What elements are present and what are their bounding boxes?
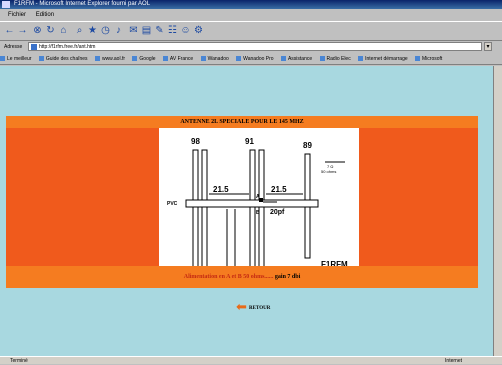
discuss-icon[interactable]: ☷ <box>167 25 178 36</box>
link-aol[interactable]: www.aol.fr <box>95 56 125 62</box>
menu-bar: Fichier Edition <box>0 9 502 21</box>
mail-icon[interactable]: ✉ <box>128 25 139 36</box>
menu-item-fichier[interactable]: Fichier <box>8 12 26 18</box>
toolbar: ← → ⊗ ↻ ⌂ ⌕ ★ ◷ ♪ ✉ ▤ ✎ ☷ ☺ ⚙ <box>0 21 502 41</box>
tools-icon[interactable]: ⚙ <box>193 25 204 36</box>
label-98: 98 <box>191 137 200 146</box>
feed-text: Alimentation en A et B 50 ohms...... <box>183 274 274 280</box>
address-url: http://f1rfm.free.fr/ant.htm <box>39 44 96 50</box>
history-icon[interactable]: ◷ <box>100 25 111 36</box>
link-microsoft[interactable]: Microsoft <box>415 56 442 62</box>
element-91 <box>249 149 256 274</box>
label-pvc: PVC <box>167 201 178 207</box>
label-91: 91 <box>245 137 254 146</box>
forward-icon[interactable]: → <box>17 25 28 36</box>
antenna-diagram: 98 91 89 21.5 21.5 PVC 20pf A B 7 Ω 50 o… <box>159 128 359 274</box>
label-dim-1: 21.5 <box>213 185 229 194</box>
favorites-icon[interactable]: ★ <box>87 25 98 36</box>
label-impedance-2: 50 ohms <box>321 169 336 174</box>
window-title-bar: F1RFM - Microsoft Internet Explorer four… <box>0 0 502 9</box>
status-text: Terminé <box>10 358 28 364</box>
pvc-boom <box>185 199 319 208</box>
edit-icon[interactable]: ✎ <box>154 25 165 36</box>
vertical-scrollbar[interactable] <box>493 66 502 356</box>
links-bar: Le meilleur Guide des chaînes www.aol.fr… <box>0 53 502 65</box>
label-20pf: 20pf <box>270 209 285 216</box>
link-assistance[interactable]: Assistance <box>281 56 312 62</box>
back-link[interactable]: ⬅ RETOUR <box>236 300 286 316</box>
media-icon[interactable]: ♪ <box>113 25 124 36</box>
back-arrow-icon: ⬅ <box>236 299 247 314</box>
link-le-meilleur[interactable]: Le meilleur <box>0 56 31 62</box>
link-wanadoo[interactable]: Wanadoo <box>201 56 229 62</box>
label-dim-2: 21.5 <box>271 185 287 194</box>
address-bar: Adresse http://f1rfm.free.fr/ant.htm ▾ <box>0 41 502 53</box>
element-98-inner <box>201 149 208 274</box>
element-91-inner <box>258 149 265 274</box>
element-98 <box>192 149 199 274</box>
print-icon[interactable]: ▤ <box>141 25 152 36</box>
antenna-diagram-svg: 98 91 89 21.5 21.5 PVC 20pf A B 7 Ω 50 o… <box>167 137 348 274</box>
link-guide-des-chaines[interactable]: Guide des chaînes <box>39 56 88 62</box>
refresh-icon[interactable]: ↻ <box>45 25 56 36</box>
messenger-icon[interactable]: ☺ <box>180 25 191 36</box>
link-internet-demarrage[interactable]: Internet démarrage <box>358 56 408 62</box>
gain-text: gain 7 dbi <box>274 274 301 280</box>
stop-icon[interactable]: ⊗ <box>32 25 43 36</box>
page-content: ANTENNE 2L SPECIALE POUR LE 145 MHZ 98 9… <box>0 66 493 356</box>
status-bar: Terminé Internet <box>0 356 502 364</box>
ie-page-icon <box>31 44 37 50</box>
browser-app-icon <box>2 1 10 8</box>
window-title: F1RFM - Microsoft Internet Explorer four… <box>14 1 151 7</box>
menu-item-edition[interactable]: Edition <box>36 12 54 18</box>
address-dropdown-icon[interactable]: ▾ <box>484 42 492 51</box>
home-icon[interactable]: ⌂ <box>58 25 69 36</box>
feed-info-strip: Alimentation en A et B 50 ohms...... gai… <box>6 266 478 288</box>
label-a: A <box>256 194 260 200</box>
back-link-label: RETOUR <box>249 306 271 311</box>
page-title: ANTENNE 2L SPECIALE POUR LE 145 MHZ <box>6 116 478 128</box>
back-icon[interactable]: ← <box>4 25 15 36</box>
address-input[interactable]: http://f1rfm.free.fr/ant.htm <box>28 42 482 51</box>
label-89: 89 <box>303 141 312 150</box>
link-google[interactable]: Google <box>132 56 155 62</box>
link-radio-elec[interactable]: Radio Elec <box>320 56 351 62</box>
address-label: Adresse <box>4 44 23 50</box>
link-wanadoo-pro[interactable]: Wanadoo Pro <box>236 56 273 62</box>
search-icon[interactable]: ⌕ <box>74 25 85 36</box>
link-av-france[interactable]: AV France <box>163 56 193 62</box>
label-b: B <box>256 210 260 216</box>
